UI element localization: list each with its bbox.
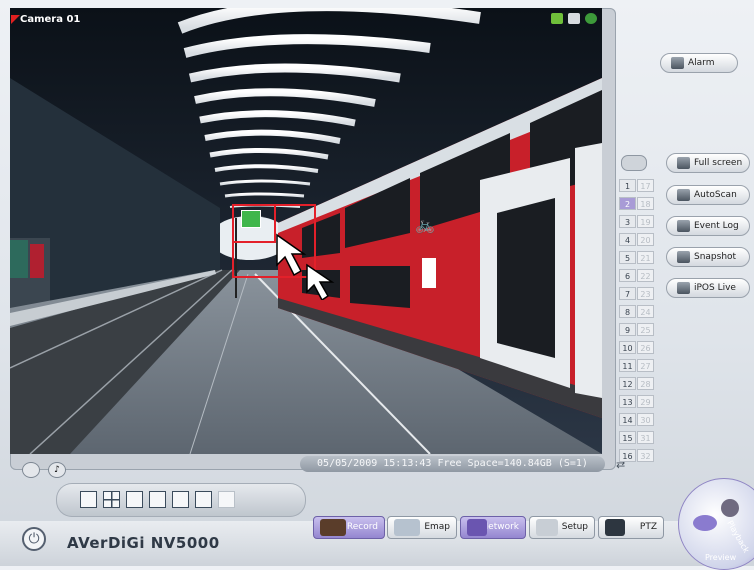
channel-3[interactable]: 3 bbox=[619, 215, 636, 228]
channel-10[interactable]: 10 bbox=[619, 341, 636, 354]
channel-26[interactable]: 26 bbox=[637, 341, 654, 354]
alarm-button[interactable]: Alarm bbox=[660, 53, 738, 73]
dial-playback-label[interactable]: Playback bbox=[725, 519, 751, 554]
channel-camera-icon bbox=[621, 155, 647, 171]
network-icon bbox=[467, 519, 487, 536]
channel-29[interactable]: 29 bbox=[637, 395, 654, 408]
alarm-icon bbox=[671, 57, 684, 69]
audio-icon[interactable] bbox=[585, 13, 597, 24]
channel-4[interactable]: 4 bbox=[619, 233, 636, 246]
autoscan-button[interactable]: AutoScan bbox=[666, 185, 750, 205]
setup-label: Setup bbox=[561, 522, 588, 532]
channel-24[interactable]: 24 bbox=[637, 305, 654, 318]
channel-9[interactable]: 9 bbox=[619, 323, 636, 336]
keyboard-icon[interactable] bbox=[22, 462, 40, 478]
channel-23[interactable]: 23 bbox=[637, 287, 654, 300]
channel-8[interactable]: 8 bbox=[619, 305, 636, 318]
channel-22[interactable]: 22 bbox=[637, 269, 654, 282]
channel-21[interactable]: 21 bbox=[637, 251, 654, 264]
layout-9-icon[interactable] bbox=[126, 491, 143, 508]
full-screen-icon bbox=[677, 157, 690, 169]
camera-view[interactable]: 🚲 Camera 01 bbox=[10, 8, 602, 454]
event-log-icon bbox=[677, 220, 690, 232]
record-label: Record bbox=[346, 522, 378, 532]
layout-1-icon[interactable] bbox=[80, 491, 97, 508]
full-screen-button[interactable]: Full screen bbox=[666, 153, 750, 173]
snapshot-button[interactable]: Snapshot bbox=[666, 247, 750, 267]
channel-7[interactable]: 7 bbox=[619, 287, 636, 300]
channel-list: 1 17 2 18 3 19 4 20 5 21 6 22 7 23 8 24 … bbox=[617, 155, 657, 485]
ptz-label: PTZ bbox=[639, 522, 657, 532]
channel-13[interactable]: 13 bbox=[619, 395, 636, 408]
channel-30[interactable]: 30 bbox=[637, 413, 654, 426]
full-screen-label: Full screen bbox=[694, 158, 743, 168]
channel-5[interactable]: 5 bbox=[619, 251, 636, 264]
layout-25-icon bbox=[218, 491, 235, 508]
preview-eye-icon bbox=[693, 515, 717, 531]
status-bar: 05/05/2009 15:13:43 Free Space=140.84GB … bbox=[300, 456, 605, 472]
ipos-live-label: iPOS Live bbox=[694, 283, 736, 293]
snapshot-label: Snapshot bbox=[694, 252, 737, 262]
layout-16-icon[interactable] bbox=[149, 491, 166, 508]
layout-13-icon[interactable] bbox=[195, 491, 212, 508]
layout-6-icon[interactable] bbox=[172, 491, 189, 508]
channel-20[interactable]: 20 bbox=[637, 233, 654, 246]
event-log-label: Event Log bbox=[694, 221, 739, 231]
power-icon[interactable]: ⏻ bbox=[22, 527, 46, 551]
camera-icon[interactable] bbox=[568, 13, 580, 24]
emap-icon bbox=[394, 519, 420, 536]
channel-25[interactable]: 25 bbox=[637, 323, 654, 336]
channel-17[interactable]: 17 bbox=[637, 179, 654, 192]
camera-title: Camera 01 bbox=[20, 14, 81, 25]
channel-14[interactable]: 14 bbox=[619, 413, 636, 426]
record-button[interactable]: Record bbox=[313, 516, 385, 539]
channel-1[interactable]: 1 bbox=[619, 179, 636, 192]
snapshot-icon bbox=[677, 251, 690, 263]
channel-6[interactable]: 6 bbox=[619, 269, 636, 282]
autoscan-label: AutoScan bbox=[694, 190, 737, 200]
camera-flag-icon bbox=[11, 15, 20, 24]
setup-icon bbox=[536, 519, 558, 536]
channel-31[interactable]: 31 bbox=[637, 431, 654, 444]
dial-preview-label[interactable]: Preview bbox=[705, 553, 736, 562]
channel-15[interactable]: 15 bbox=[619, 431, 636, 444]
ipos-live-icon bbox=[677, 282, 690, 294]
channel-27[interactable]: 27 bbox=[637, 359, 654, 372]
channel-2[interactable]: 2 bbox=[619, 197, 636, 210]
channel-19[interactable]: 19 bbox=[637, 215, 654, 228]
channel-12[interactable]: 12 bbox=[619, 377, 636, 390]
record-icon bbox=[320, 519, 346, 536]
playback-film-icon bbox=[721, 499, 739, 517]
network-button[interactable]: Network bbox=[460, 516, 526, 539]
ipos-live-button[interactable]: iPOS Live bbox=[666, 278, 750, 298]
alarm-label: Alarm bbox=[688, 58, 715, 68]
brand-logo: AVerDiGi NV5000 bbox=[67, 534, 220, 552]
autoscan-icon bbox=[677, 189, 690, 201]
channel-11[interactable]: 11 bbox=[619, 359, 636, 372]
drag-cursor-icon bbox=[276, 233, 335, 300]
monitor-icon[interactable] bbox=[551, 13, 563, 24]
setup-button[interactable]: Setup bbox=[529, 516, 595, 539]
network-label: Network bbox=[481, 522, 519, 532]
layout-4-icon[interactable] bbox=[103, 491, 120, 508]
event-log-button[interactable]: Event Log bbox=[666, 216, 750, 236]
ptz-icon bbox=[605, 519, 625, 536]
emap-button[interactable]: Emap bbox=[387, 516, 457, 539]
channel-28[interactable]: 28 bbox=[637, 377, 654, 390]
svg-text:🚲: 🚲 bbox=[415, 215, 435, 234]
speaker-icon[interactable]: ♪ bbox=[48, 462, 66, 478]
emap-label: Emap bbox=[424, 522, 450, 532]
channel-32[interactable]: 32 bbox=[637, 449, 654, 462]
channel-18[interactable]: 18 bbox=[637, 197, 654, 210]
layout-selector bbox=[56, 483, 306, 517]
motion-detected-block bbox=[241, 210, 261, 228]
ptz-button[interactable]: PTZ bbox=[598, 516, 664, 539]
channel-16[interactable]: 16 bbox=[619, 449, 636, 462]
